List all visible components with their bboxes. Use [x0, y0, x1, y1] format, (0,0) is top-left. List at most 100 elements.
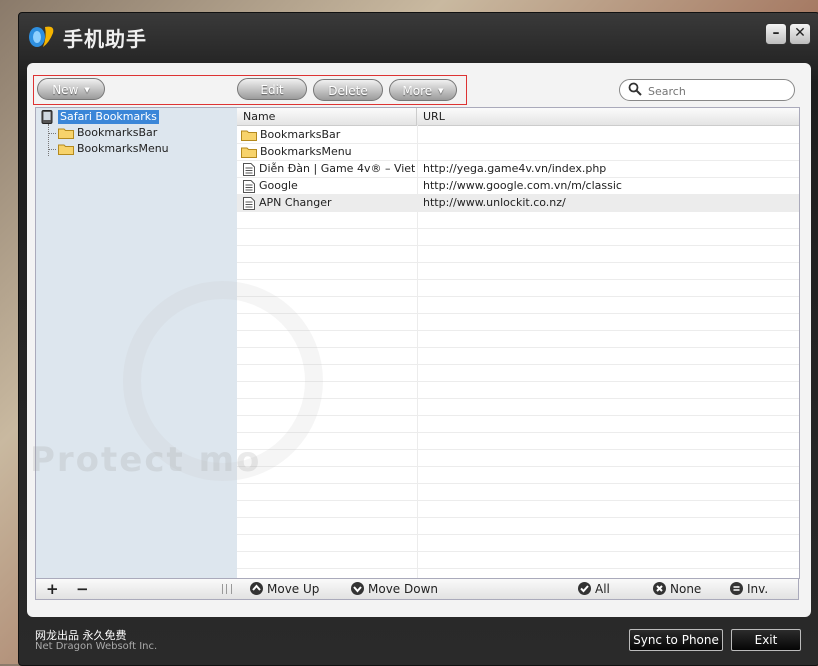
empty-row — [237, 398, 799, 416]
empty-row — [237, 313, 799, 331]
move-down-button[interactable]: Move Down — [351, 579, 438, 599]
tree-connector — [48, 133, 56, 134]
delete-button[interactable]: Delete — [313, 79, 383, 101]
app-window: 手机助手 – ✕ New ▼ Edit Delete More ▼ Safari B… — [18, 12, 818, 666]
empty-row — [237, 228, 799, 246]
app-title: 手机助手 — [63, 27, 147, 51]
row-name-text: APN Changer — [259, 196, 332, 209]
footer-publisher-en: Net Dragon Websoft Inc. — [35, 641, 158, 652]
cell-url — [423, 126, 793, 143]
bookmark-tree[interactable]: Safari Bookmarks BookmarksBar BookmarksM… — [35, 107, 238, 579]
exit-button[interactable]: Exit — [731, 629, 801, 651]
minimize-button[interactable]: – — [765, 23, 787, 45]
folder-icon — [241, 130, 257, 141]
add-folder-button[interactable]: + — [46, 579, 59, 599]
main-panel: New ▼ Edit Delete More ▼ Safari Bookmarks … — [27, 63, 811, 617]
cell-url — [423, 143, 793, 160]
more-button[interactable]: More ▼ — [389, 79, 457, 101]
empty-row — [237, 500, 799, 518]
empty-row — [237, 347, 799, 365]
tree-item-bookmarksbar[interactable]: BookmarksBar — [58, 126, 157, 140]
move-up-label: Move Up — [267, 582, 320, 596]
search-icon — [628, 82, 642, 96]
new-button[interactable]: New ▼ — [37, 78, 105, 100]
row-name-text: Google — [259, 179, 298, 192]
table-row[interactable]: APN Changer http://www.unlockit.co.nz/ — [237, 194, 799, 212]
tree-item-label: BookmarksBar — [77, 126, 158, 139]
row-name-text: Diễn Đàn | Game 4v® – Vietna... — [259, 162, 415, 175]
cell-name: Google — [241, 177, 415, 194]
new-dropdown-icon: ▼ — [84, 86, 90, 94]
invert-selection-label: Inv. — [747, 582, 769, 596]
empty-row — [237, 245, 799, 263]
empty-row — [237, 330, 799, 348]
empty-row — [237, 432, 799, 450]
more-button-label: More — [402, 84, 433, 98]
invert-selection-button[interactable]: Inv. — [730, 579, 768, 599]
phone-icon — [41, 110, 53, 124]
edit-button[interactable]: Edit — [237, 78, 307, 100]
sync-to-phone-button[interactable]: Sync to Phone — [629, 629, 723, 651]
resize-grip[interactable] — [222, 584, 232, 594]
empty-row — [237, 415, 799, 433]
table-row[interactable]: BookmarksMenu — [237, 143, 799, 161]
folder-icon — [241, 147, 257, 158]
tree-item-bookmarksmenu[interactable]: BookmarksMenu — [58, 142, 169, 156]
table-row[interactable]: Diễn Đàn | Game 4v® – Vietna... http://y… — [237, 160, 799, 178]
arrow-down-icon — [351, 582, 364, 595]
cell-name: APN Changer — [241, 194, 415, 211]
empty-row — [237, 483, 799, 501]
more-dropdown-icon: ▼ — [438, 87, 444, 95]
select-none-button[interactable]: None — [653, 579, 701, 599]
table-row[interactable]: BookmarksBar — [237, 126, 799, 144]
tree-item-root[interactable]: Safari Bookmarks — [58, 110, 159, 124]
bookmark-page-icon — [243, 196, 255, 210]
select-all-button[interactable]: All — [578, 579, 610, 599]
move-up-button[interactable]: Move Up — [250, 579, 319, 599]
folder-icon — [58, 128, 74, 139]
check-icon — [578, 582, 591, 595]
cell-name: BookmarksMenu — [241, 143, 415, 160]
cell-name: BookmarksBar — [241, 126, 415, 143]
empty-row — [237, 517, 799, 535]
folder-icon — [58, 144, 74, 155]
remove-folder-button[interactable]: − — [76, 579, 89, 599]
cell-url: http://www.unlockit.co.nz/ — [423, 196, 566, 209]
new-button-label: New — [52, 83, 79, 97]
bookmark-table[interactable]: Name URL BookmarksBar BookmarksMenu Diễn… — [237, 107, 800, 579]
column-header-url[interactable]: URL — [417, 108, 799, 125]
column-header-name[interactable]: Name — [237, 108, 417, 125]
title-bar[interactable]: 手机助手 – ✕ — [19, 13, 818, 61]
tree-connector — [48, 124, 49, 156]
invert-icon — [730, 582, 743, 595]
empty-row — [237, 466, 799, 484]
cell-url: http://yega.game4v.vn/index.php — [423, 162, 607, 175]
close-button[interactable]: ✕ — [789, 23, 811, 45]
search-input[interactable] — [646, 82, 790, 100]
search-box[interactable] — [619, 79, 795, 101]
empty-row — [237, 551, 799, 569]
select-none-label: None — [670, 582, 702, 596]
app-logo-icon — [29, 26, 54, 47]
empty-row — [237, 211, 799, 229]
cell-name: Diễn Đàn | Game 4v® – Vietna... — [241, 160, 415, 177]
empty-row — [237, 279, 799, 297]
tree-connector — [48, 149, 56, 150]
empty-row — [237, 449, 799, 467]
empty-row — [237, 262, 799, 280]
bookmark-page-icon — [243, 179, 255, 193]
select-all-label: All — [595, 582, 610, 596]
arrow-up-icon — [250, 582, 263, 595]
row-name-text: BookmarksMenu — [260, 145, 352, 158]
empty-row — [237, 364, 799, 382]
x-icon — [653, 582, 666, 595]
bookmark-page-icon — [243, 162, 255, 176]
tree-item-label: BookmarksMenu — [77, 142, 169, 155]
move-down-label: Move Down — [368, 582, 438, 596]
table-row[interactable]: Google http://www.google.com.vn/m/classi… — [237, 177, 799, 195]
empty-row — [237, 381, 799, 399]
bottom-toolbar: + − Move Up Move Down All None Inv. — [35, 578, 799, 600]
table-header: Name URL — [237, 108, 799, 126]
row-name-text: BookmarksBar — [260, 128, 341, 141]
empty-row — [237, 296, 799, 314]
